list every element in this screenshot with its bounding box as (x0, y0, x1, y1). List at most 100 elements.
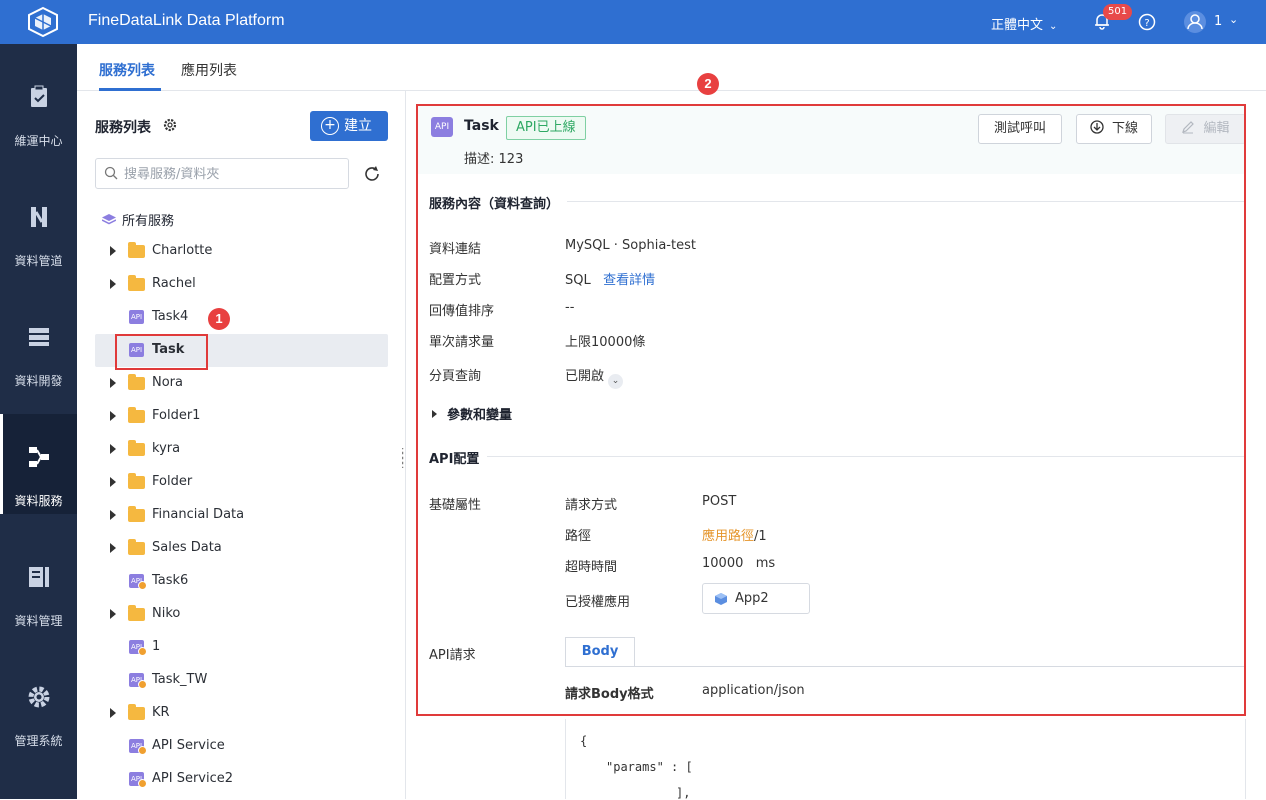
tree-folder-item[interactable]: Folder (95, 466, 388, 499)
folder-icon (128, 506, 145, 522)
caret-right-icon[interactable] (110, 378, 116, 388)
params-toggle[interactable]: 參數和變量 (432, 404, 512, 423)
tree-folder-item[interactable]: Financial Data (95, 499, 388, 532)
tree-item-label: Task_TW (152, 672, 208, 687)
refresh-icon[interactable] (363, 165, 381, 183)
tree-item-label: kyra (152, 441, 181, 456)
tree-api-item[interactable]: API Task4 (95, 301, 388, 334)
status-badge: API已上線 (506, 116, 586, 140)
caret-right-icon[interactable] (110, 510, 116, 520)
cube-icon (715, 593, 727, 605)
marker-2: 2 (697, 73, 719, 95)
tree-folder-item[interactable]: Rachel (95, 268, 388, 301)
timeout-key: 超時時間 (565, 560, 618, 575)
tree-folder-item[interactable]: Nora (95, 367, 388, 400)
section-title-content: 服務內容（資料查詢） (429, 197, 560, 212)
caret-right-icon[interactable] (110, 477, 116, 487)
nav-item-system[interactable]: 管理系統 (0, 654, 77, 754)
tree-folder-item[interactable]: kyra (95, 433, 388, 466)
service-title: Task (464, 118, 499, 134)
search-input[interactable] (124, 164, 334, 184)
divider (567, 201, 1246, 202)
caret-right-icon[interactable] (110, 609, 116, 619)
tree-api-item[interactable]: API API Service2 (95, 763, 388, 796)
tree-item-label: API Service2 (152, 771, 234, 786)
caret-right-icon[interactable] (110, 279, 116, 289)
tree-api-item[interactable]: API Task6 (95, 565, 388, 598)
tree-root-label: 所有服務 (122, 214, 175, 229)
avatar[interactable] (1183, 10, 1207, 34)
config-value-text: SQL (565, 273, 591, 288)
view-details-link[interactable]: 查看詳情 (603, 273, 655, 288)
language-selector[interactable]: 正體中文 ⌄ (991, 14, 1057, 33)
tree-api-item[interactable]: API Task_TW (95, 664, 388, 697)
path-suffix: /1 (754, 529, 767, 544)
test-call-button[interactable]: 測試呼叫 (978, 114, 1062, 144)
tree-item-label: Financial Data (152, 507, 245, 522)
code-line: { (580, 734, 588, 748)
settings-gear-icon[interactable] (163, 118, 177, 132)
tab-app-list[interactable]: 應用列表 (181, 60, 237, 80)
create-button[interactable]: + 建立 (310, 111, 388, 141)
tree-folder-item[interactable]: Charlotte (95, 235, 388, 268)
caret-right-icon[interactable] (110, 246, 116, 256)
edit-label: 編輯 (1203, 121, 1230, 136)
detail-header: API Task API已上線 描述: 123 測試呼叫 下線 編輯 (417, 104, 1246, 174)
conn-key: 資料連結 (429, 242, 482, 257)
resize-handle[interactable]: : :: : (401, 446, 409, 471)
nav-item-data-service[interactable]: 資料服務 (0, 414, 77, 514)
nav-label: 資料服務 (14, 494, 63, 508)
clipboard-check-icon (31, 85, 47, 107)
tree-item-label: Folder1 (152, 408, 201, 423)
nav-item-data-pipeline[interactable]: 資料管道 (0, 174, 77, 274)
api-icon: API (431, 117, 453, 137)
download-icon (1090, 120, 1104, 134)
app-chip[interactable]: App2 (702, 583, 810, 614)
test-call-label: 測試呼叫 (993, 121, 1046, 136)
tree-item-label: Task4 (152, 309, 189, 324)
api-icon: API (129, 310, 144, 324)
service-icon (29, 447, 49, 467)
tree-root[interactable]: 所有服務 (102, 210, 174, 229)
tree-api-item[interactable]: API 1 (95, 631, 388, 664)
offline-label: 下線 (1111, 121, 1138, 136)
caret-right-icon[interactable] (110, 444, 116, 454)
sort-value: -- (565, 300, 575, 315)
pipeline-icon (31, 207, 47, 227)
config-value: SQL 查看詳情 (565, 269, 655, 288)
pencil-icon (1182, 121, 1195, 134)
help-icon[interactable]: ? (1138, 13, 1156, 31)
folder-icon (128, 374, 145, 390)
chevron-down-icon[interactable]: ⌄ (1229, 13, 1238, 26)
edit-button[interactable]: 編輯 (1165, 114, 1246, 144)
nav-label: 維運中心 (14, 134, 63, 148)
caret-right-icon[interactable] (110, 411, 116, 421)
api-icon: API (129, 640, 147, 656)
tree-item-label: Charlotte (152, 243, 213, 258)
caret-right-icon[interactable] (110, 543, 116, 553)
tree-item-label: Nora (152, 375, 183, 390)
nav-item-data-dev[interactable]: 資料開發 (0, 294, 77, 394)
tab-body[interactable]: Body (565, 637, 635, 667)
tree-folder-item[interactable]: Folder1 (95, 400, 388, 433)
offline-button[interactable]: 下線 (1076, 114, 1152, 144)
folder-icon (128, 473, 145, 489)
paging-value: 已開啟 ⌄ (565, 365, 624, 389)
nav-item-ops-center[interactable]: 維運中心 (0, 54, 77, 154)
tree-item-label: 1 (152, 639, 161, 654)
tree-api-item[interactable]: API API Service (95, 730, 388, 763)
app-path-text: 應用路徑 (702, 529, 755, 544)
chevron-down-icon[interactable]: ⌄ (608, 374, 624, 389)
folder-icon (128, 539, 145, 555)
caret-right-icon[interactable] (110, 708, 116, 718)
tree-folder-item[interactable]: Sales Data (95, 532, 388, 565)
nav-item-data-management[interactable]: 資料管理 (0, 534, 77, 634)
tree-folder-item[interactable]: Niko (95, 598, 388, 631)
search-icon (104, 166, 118, 180)
tab-service-list[interactable]: 服務列表 (99, 60, 155, 80)
authorized-apps-key: 已授權應用 (565, 595, 631, 610)
tree-folder-item[interactable]: KR (95, 697, 388, 730)
divider (565, 666, 1246, 667)
service-detail: API Task API已上線 描述: 123 測試呼叫 下線 編輯 服務內容（… (417, 104, 1246, 800)
api-icon: API (129, 772, 147, 788)
